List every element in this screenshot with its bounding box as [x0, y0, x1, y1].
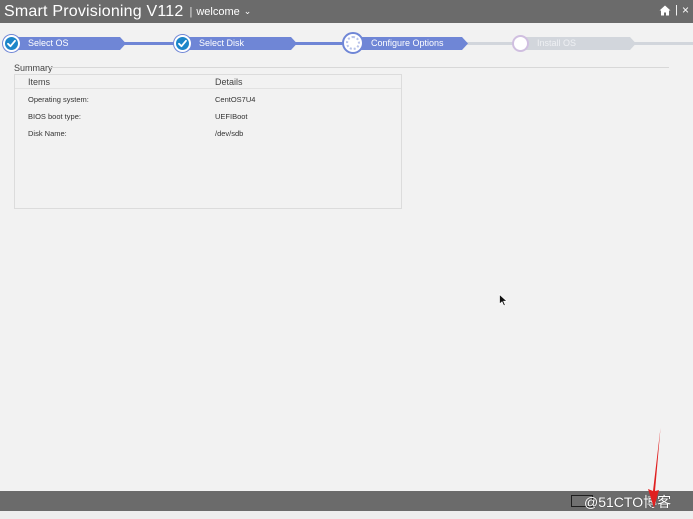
- app-title: Smart Provisioning V112: [4, 2, 184, 20]
- step-select-os[interactable]: Select OS: [6, 37, 126, 50]
- check-icon: [3, 35, 20, 52]
- row-detail-value: UEFIBoot: [215, 112, 248, 121]
- row-detail-value: CentOS7U4: [215, 95, 256, 104]
- step-connector: [120, 42, 180, 45]
- summary-panel: Items Details Operating system: CentOS7U…: [14, 74, 402, 209]
- pending-step-icon: [512, 35, 529, 52]
- title-bar-actions: | ×: [659, 3, 689, 17]
- welcome-menu[interactable]: welcome ⌄: [196, 6, 251, 18]
- chevron-down-icon: ⌄: [243, 5, 252, 16]
- annotation-arrow-icon: [644, 428, 664, 513]
- home-icon[interactable]: [659, 5, 671, 16]
- step-configure-options[interactable]: Configure Options: [352, 37, 468, 50]
- row-item-label: Operating system:: [28, 95, 89, 104]
- summary-divider: [50, 67, 669, 68]
- row-detail-value: /dev/sdb: [215, 129, 244, 138]
- row-item-label: BIOS boot type:: [28, 112, 81, 121]
- column-header-details: Details: [215, 77, 243, 87]
- column-header-items: Items: [28, 77, 51, 87]
- check-icon: [174, 35, 191, 52]
- header-divider: [15, 88, 401, 89]
- title-bar: Smart Provisioning V112 | welcome ⌄ | ×: [0, 0, 693, 23]
- wizard-steps: Select OS Select Disk Configure Options …: [0, 31, 693, 55]
- progress-spinner-icon: [342, 32, 364, 54]
- title-separator: |: [189, 5, 193, 18]
- step-label: Select OS: [28, 38, 69, 48]
- step-connector: [630, 42, 693, 45]
- close-icon[interactable]: ×: [682, 3, 689, 17]
- step-install-os[interactable]: Install OS: [520, 37, 636, 50]
- bottom-strip: [0, 511, 693, 519]
- welcome-label: welcome: [196, 5, 240, 18]
- step-label: Configure Options: [371, 38, 444, 48]
- row-item-label: Disk Name:: [28, 129, 67, 138]
- step-label: Select Disk: [199, 38, 245, 48]
- mouse-pointer-icon: [499, 293, 508, 312]
- step-select-disk[interactable]: Select Disk: [177, 37, 297, 50]
- title-bar-separator: |: [675, 4, 678, 16]
- summary-title: Summary: [14, 63, 53, 73]
- step-label: Install OS: [537, 38, 577, 48]
